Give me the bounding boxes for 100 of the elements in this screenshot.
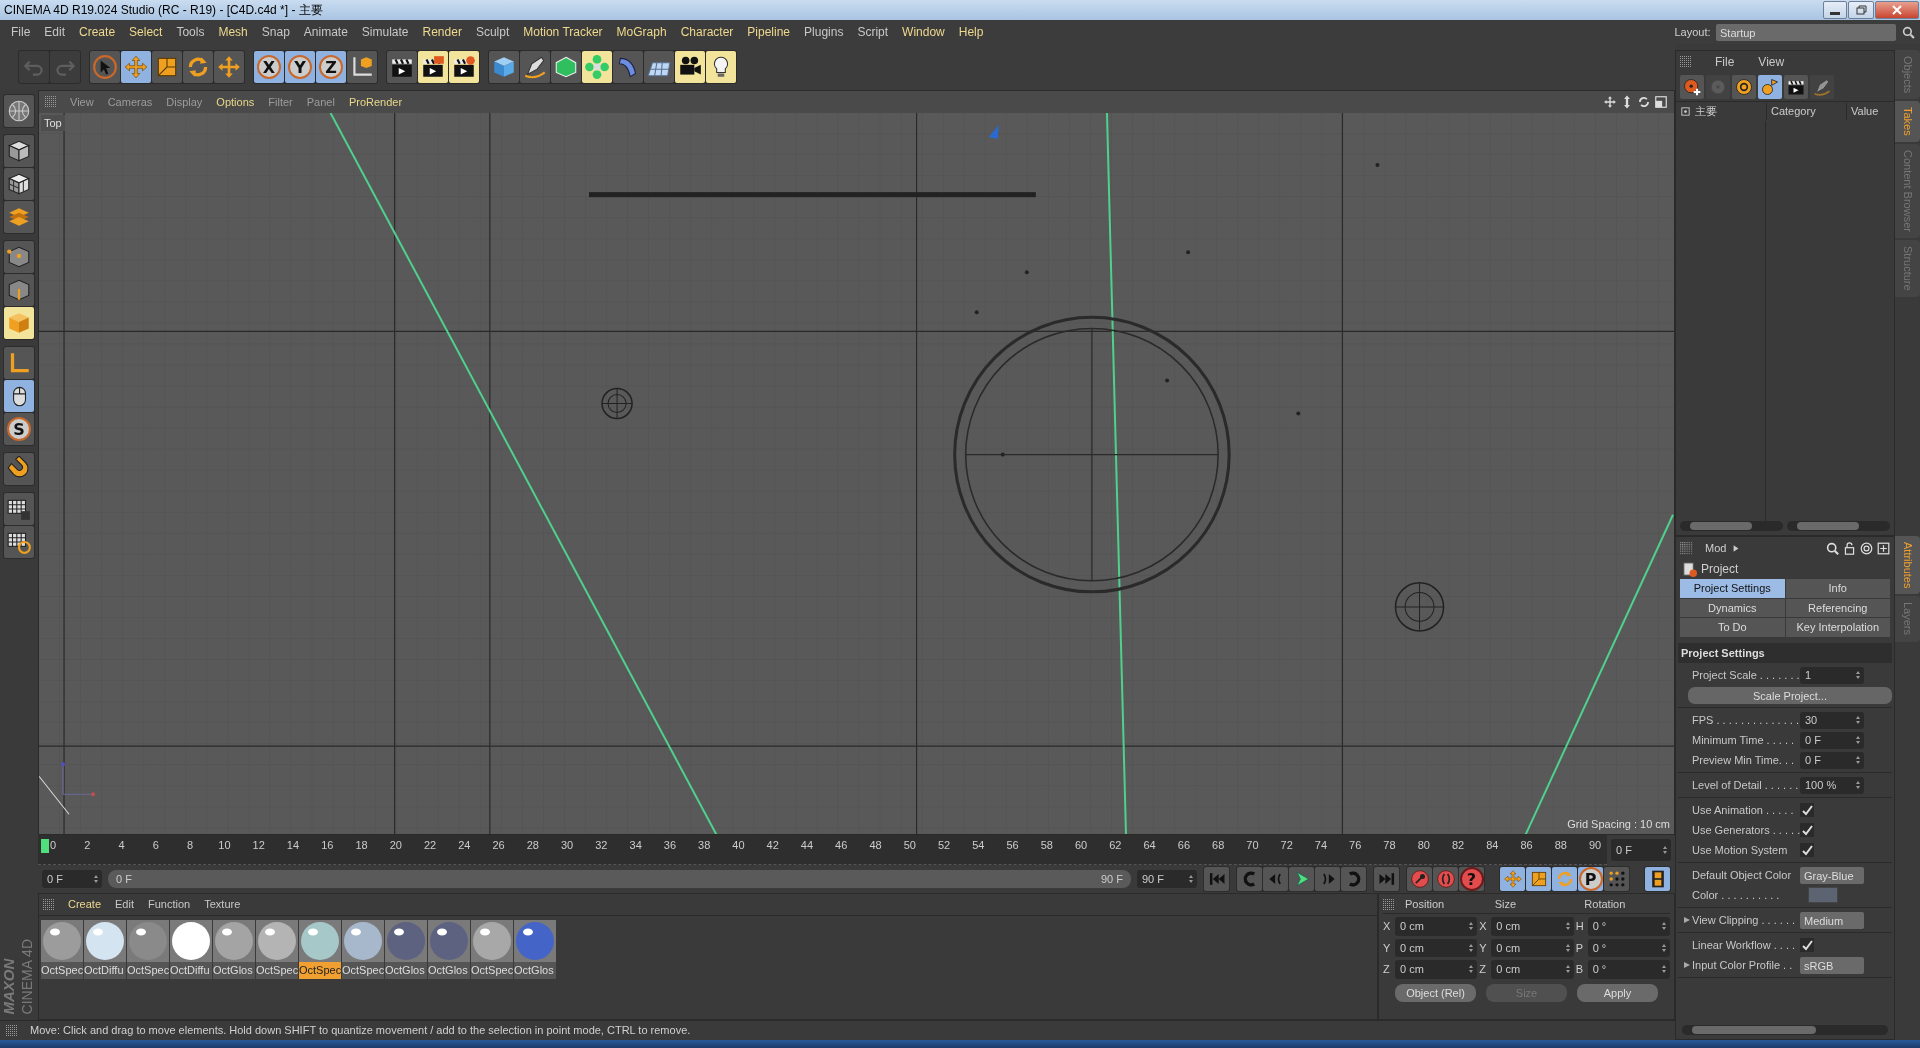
light-bulb-button[interactable] (706, 51, 736, 83)
menu-item[interactable]: Motion Tracker (516, 23, 610, 41)
dropdown[interactable]: Gray-Blue (1800, 866, 1864, 884)
menu-item[interactable]: MoGraph (609, 23, 674, 41)
menu-item[interactable]: File (4, 23, 38, 41)
attribute-tab[interactable]: Dynamics (1680, 598, 1785, 617)
attribute-tab[interactable]: Info (1785, 579, 1890, 598)
skip-start-button[interactable] (1204, 867, 1229, 891)
menu-item[interactable]: Script (850, 23, 896, 41)
edge-cube-button[interactable] (4, 274, 34, 306)
checker-cube-button[interactable] (4, 168, 34, 200)
key-button[interactable] (1407, 867, 1432, 891)
target-button[interactable] (1732, 75, 1756, 99)
attribute-tab[interactable]: To Do (1680, 618, 1785, 637)
tree-item[interactable]: 主要 (1695, 103, 1717, 120)
menu-item[interactable]: File (1708, 53, 1742, 71)
record-button[interactable] (1433, 867, 1458, 891)
rotation-field[interactable]: 0 ° (1587, 938, 1670, 957)
dot-grid-button[interactable] (1604, 867, 1629, 891)
step-back-button[interactable] (1263, 867, 1288, 891)
skip-end-button[interactable] (1374, 867, 1399, 891)
play-button[interactable] (1289, 867, 1314, 891)
position-field[interactable]: 0 cm (1395, 938, 1478, 957)
cube-cage-button[interactable] (551, 51, 581, 83)
menu-item[interactable]: Window (895, 23, 952, 41)
polygon-cube-button[interactable] (4, 307, 34, 339)
clapperboard-button[interactable] (418, 51, 448, 83)
menu-item[interactable]: Animate (296, 23, 355, 41)
size-field[interactable]: 0 cm (1491, 960, 1574, 979)
clapperboard-button[interactable] (1784, 75, 1808, 99)
rotation-field[interactable]: 0 ° (1587, 960, 1670, 979)
cursor-button[interactable] (90, 51, 120, 83)
scale-square-button[interactable] (152, 51, 182, 83)
magnet-button[interactable] (4, 453, 34, 485)
cube-button[interactable] (489, 51, 519, 83)
grid-lock-button[interactable] (4, 493, 34, 525)
value-field[interactable]: 1 (1800, 666, 1864, 684)
menu-item[interactable]: ProRender (341, 93, 410, 111)
menu-item[interactable]: Edit (108, 896, 141, 913)
scrollbar[interactable] (1787, 521, 1890, 531)
menu-item[interactable]: Create (72, 23, 123, 41)
menu-item[interactable]: View (1751, 53, 1792, 71)
value-field[interactable]: 0 F (1800, 731, 1864, 749)
bent-shape-button[interactable] (613, 51, 643, 83)
menu-item[interactable]: Select (122, 23, 170, 41)
dropdown[interactable]: sRGB (1800, 956, 1864, 974)
menu-item[interactable]: Options (209, 93, 262, 111)
globe-button[interactable] (4, 95, 34, 127)
pen-button[interactable] (520, 51, 550, 83)
axis-lock-button[interactable]: Z (316, 51, 346, 83)
current-frame-marker[interactable] (41, 839, 49, 853)
menu-item[interactable]: Help (951, 23, 991, 41)
cross-arrows-button[interactable] (214, 51, 244, 83)
checkbox[interactable] (1800, 823, 1814, 837)
menu-item[interactable]: Render (415, 23, 469, 41)
menu-item[interactable]: Mesh (211, 23, 255, 41)
axis-cube-button[interactable] (347, 51, 377, 83)
minimize-button[interactable] (1823, 1, 1847, 19)
size-field[interactable]: 0 cm (1491, 938, 1574, 957)
apply-button[interactable]: Apply (1577, 983, 1658, 1002)
rotation-field[interactable]: 0 ° (1587, 917, 1670, 936)
step-forward-button[interactable] (1315, 867, 1340, 891)
scrollbar[interactable] (1682, 1025, 1888, 1035)
film-strip-button[interactable] (1645, 867, 1670, 891)
clapperboard-button[interactable] (387, 51, 417, 83)
grid-plane-button[interactable] (644, 51, 674, 83)
rotate-arrows-button[interactable] (183, 51, 213, 83)
loop-back-button[interactable] (1237, 867, 1262, 891)
timeline-ruler[interactable]: 0 2 4 6 8 10 12 14 16 18 20 22 24 26 28 30 32 34 36 38 40 42 44 46 48 50 52 54 56 58 60 62 64 66 68 70 72 74 76 78 80 82 84 86 88 90 (38, 835, 1607, 865)
cube-button[interactable] (4, 135, 34, 167)
menu-item[interactable]: Simulate (354, 23, 416, 41)
menu-item[interactable]: Snap (254, 23, 297, 41)
panel-tab[interactable]: Attributes (1895, 536, 1920, 595)
attribute-tab[interactable]: Referencing (1785, 598, 1890, 617)
menu-item[interactable]: Edit (37, 23, 73, 41)
position-field[interactable]: 0 cm (1395, 960, 1478, 979)
menu-item[interactable]: Tools (169, 23, 212, 41)
shapes-button[interactable] (1758, 75, 1782, 99)
stacked-planes-button[interactable] (4, 201, 34, 233)
close-button[interactable] (1875, 1, 1919, 19)
menu-item[interactable]: Character (673, 23, 741, 41)
menu-item[interactable]: Create (61, 896, 109, 913)
attribute-tab[interactable]: Key Interpolation (1785, 618, 1890, 637)
checkbox[interactable] (1800, 803, 1814, 817)
color-swatch[interactable] (1808, 887, 1838, 903)
mouse-button[interactable] (4, 380, 34, 412)
scrollbar[interactable] (1680, 521, 1783, 531)
value-field[interactable]: 100 % (1800, 776, 1864, 794)
menu-item[interactable]: Pipeline (740, 23, 798, 41)
size-field[interactable]: 0 cm (1491, 917, 1574, 936)
axis-lock-button[interactable]: X (254, 51, 284, 83)
move-arrows-button[interactable] (121, 51, 151, 83)
end-frame-field[interactable]: 90 F (1137, 869, 1197, 889)
tool-button[interactable]: S (4, 413, 34, 445)
value-field[interactable]: 0 F (1800, 751, 1864, 769)
menu-item[interactable]: Sculpt (468, 23, 517, 41)
current-frame-field[interactable]: 0 F (1611, 839, 1671, 861)
menu-item[interactable]: Function (141, 896, 198, 913)
axis-corner-button[interactable] (4, 347, 34, 379)
clapperboard-button[interactable] (449, 51, 479, 83)
